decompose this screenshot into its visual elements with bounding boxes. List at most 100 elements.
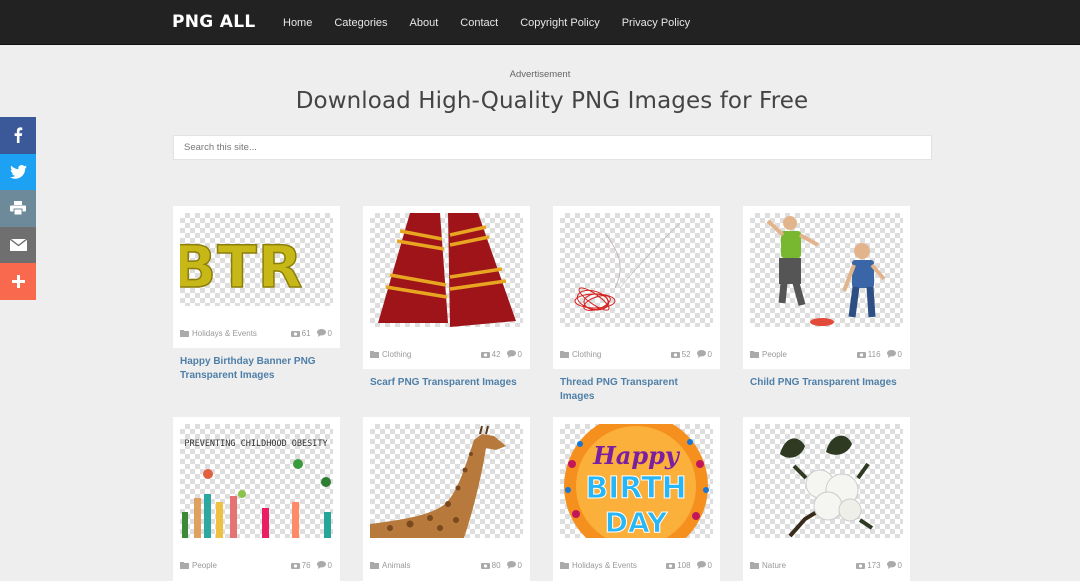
svg-text:BTR: BTR <box>180 233 303 301</box>
card-meta: Animals 80 0 <box>370 558 522 572</box>
comment-icon <box>886 561 896 569</box>
card-thumbnail[interactable] <box>370 424 523 538</box>
card-thumbnail[interactable] <box>750 213 903 327</box>
nav-home[interactable]: Home <box>272 17 323 29</box>
nav-copyright-policy[interactable]: Copyright Policy <box>509 17 610 29</box>
site-logo[interactable]: PNG ALL <box>172 12 255 32</box>
card-thumbnail[interactable]: BTR <box>180 213 333 306</box>
card-meta: Nature 173 0 <box>750 558 902 572</box>
card-title-link[interactable]: Scarf PNG Transparent Images <box>370 376 525 390</box>
category-label[interactable]: Animals <box>370 561 475 570</box>
view-count: 80 <box>480 561 501 570</box>
card-title-link[interactable]: Child PNG Transparent Images <box>750 376 905 390</box>
card-meta: Holidays & Events 108 0 <box>560 558 712 572</box>
category-label[interactable]: People <box>180 561 285 570</box>
svg-text:DAY: DAY <box>605 506 668 538</box>
card-meta: Holidays & Events 61 0 <box>180 326 332 340</box>
twitter-share-button[interactable] <box>0 153 36 190</box>
nav-about[interactable]: About <box>399 17 450 29</box>
folder-icon <box>750 350 759 358</box>
camera-icon <box>856 562 866 569</box>
image-card[interactable]: Animals 80 0 <box>363 417 530 581</box>
folder-icon <box>750 561 759 569</box>
more-share-button[interactable] <box>0 263 36 300</box>
image-card[interactable]: PREVENTING CHILDHOOD OBESITY People 76 0 <box>173 417 340 581</box>
image-card[interactable]: Happy BIRTH DAY Holidays & Events 108 0 <box>553 417 720 581</box>
camera-icon <box>670 351 680 358</box>
email-share-button[interactable] <box>0 226 36 263</box>
nav-categories[interactable]: Categories <box>323 17 398 29</box>
svg-text:BIRTH: BIRTH <box>585 471 686 506</box>
folder-icon <box>370 350 379 358</box>
plus-icon <box>11 274 25 288</box>
comment-icon <box>696 350 706 358</box>
nav-contact[interactable]: Contact <box>449 17 509 29</box>
image-card[interactable]: BTR Holidays & Events 61 0 <box>173 206 340 348</box>
card-thumbnail[interactable]: PREVENTING CHILDHOOD OBESITY <box>180 424 333 538</box>
facebook-icon <box>14 127 23 144</box>
view-count: 42 <box>480 350 501 359</box>
comment-icon <box>316 561 326 569</box>
top-navbar: PNG ALL Home Categories About Contact Co… <box>0 0 1080 45</box>
image-card[interactable]: Clothing 42 0 <box>363 206 530 369</box>
folder-icon <box>180 329 189 337</box>
category-label[interactable]: Clothing <box>560 350 665 359</box>
camera-icon <box>666 562 676 569</box>
card-thumbnail[interactable] <box>750 424 903 538</box>
advertisement-label: Advertisement <box>509 69 571 80</box>
image-card[interactable]: Clothing 52 0 <box>553 206 720 369</box>
page-title: Download High-Quality PNG Images for Fre… <box>295 88 809 114</box>
image-card[interactable]: People 116 0 <box>743 206 910 369</box>
comment-count: 0 <box>316 561 332 570</box>
email-icon <box>9 238 27 251</box>
svg-text:PREVENTING CHILDHOOD OBESITY: PREVENTING CHILDHOOD OBESITY <box>184 439 327 449</box>
svg-text:Happy: Happy <box>592 441 681 470</box>
thread-image <box>574 222 681 311</box>
view-count: 76 <box>290 561 311 570</box>
comment-icon <box>316 329 326 337</box>
category-label[interactable]: Holidays & Events <box>560 561 660 570</box>
twitter-icon <box>9 164 27 179</box>
nav-privacy-policy[interactable]: Privacy Policy <box>611 17 701 29</box>
category-label[interactable]: Nature <box>750 561 850 570</box>
view-count: 61 <box>290 329 311 338</box>
folder-icon <box>370 561 379 569</box>
view-count: 52 <box>670 350 691 359</box>
card-thumbnail[interactable] <box>370 213 523 327</box>
folder-icon <box>560 350 569 358</box>
folder-icon <box>560 561 569 569</box>
category-label[interactable]: Clothing <box>370 350 475 359</box>
card-meta: People 76 0 <box>180 558 332 572</box>
camera-icon <box>856 351 866 358</box>
view-count: 116 <box>856 350 881 359</box>
camera-icon <box>290 330 300 337</box>
comment-icon <box>886 350 896 358</box>
category-label[interactable]: People <box>750 350 851 359</box>
print-icon <box>10 201 26 216</box>
card-title-link[interactable]: Thread PNG Transparent Images <box>560 376 715 404</box>
cotton-image <box>780 435 874 538</box>
card-thumbnail[interactable] <box>560 213 713 327</box>
print-button[interactable] <box>0 190 36 227</box>
comment-count: 0 <box>316 329 332 338</box>
comment-count: 0 <box>886 561 902 570</box>
scarf-image <box>378 213 516 327</box>
category-label[interactable]: Holidays & Events <box>180 329 285 338</box>
image-card[interactable]: Nature 173 0 <box>743 417 910 581</box>
folder-icon <box>180 561 189 569</box>
comment-count: 0 <box>886 350 902 359</box>
comment-icon <box>696 561 706 569</box>
search-input[interactable] <box>173 135 932 160</box>
comment-count: 0 <box>506 561 522 570</box>
comment-icon <box>506 350 516 358</box>
children-image <box>766 216 886 326</box>
comment-count: 0 <box>696 350 712 359</box>
birthday-balloon-image: Happy BIRTH DAY <box>564 424 709 538</box>
card-thumbnail[interactable]: Happy BIRTH DAY <box>560 424 713 538</box>
card-meta: People 116 0 <box>750 347 902 361</box>
card-title-link[interactable]: Happy Birthday Banner PNG Transparent Im… <box>180 355 335 383</box>
childhood-obesity-image: PREVENTING CHILDHOOD OBESITY <box>182 439 331 538</box>
facebook-share-button[interactable] <box>0 117 36 154</box>
camera-icon <box>480 351 490 358</box>
camera-icon <box>480 562 490 569</box>
